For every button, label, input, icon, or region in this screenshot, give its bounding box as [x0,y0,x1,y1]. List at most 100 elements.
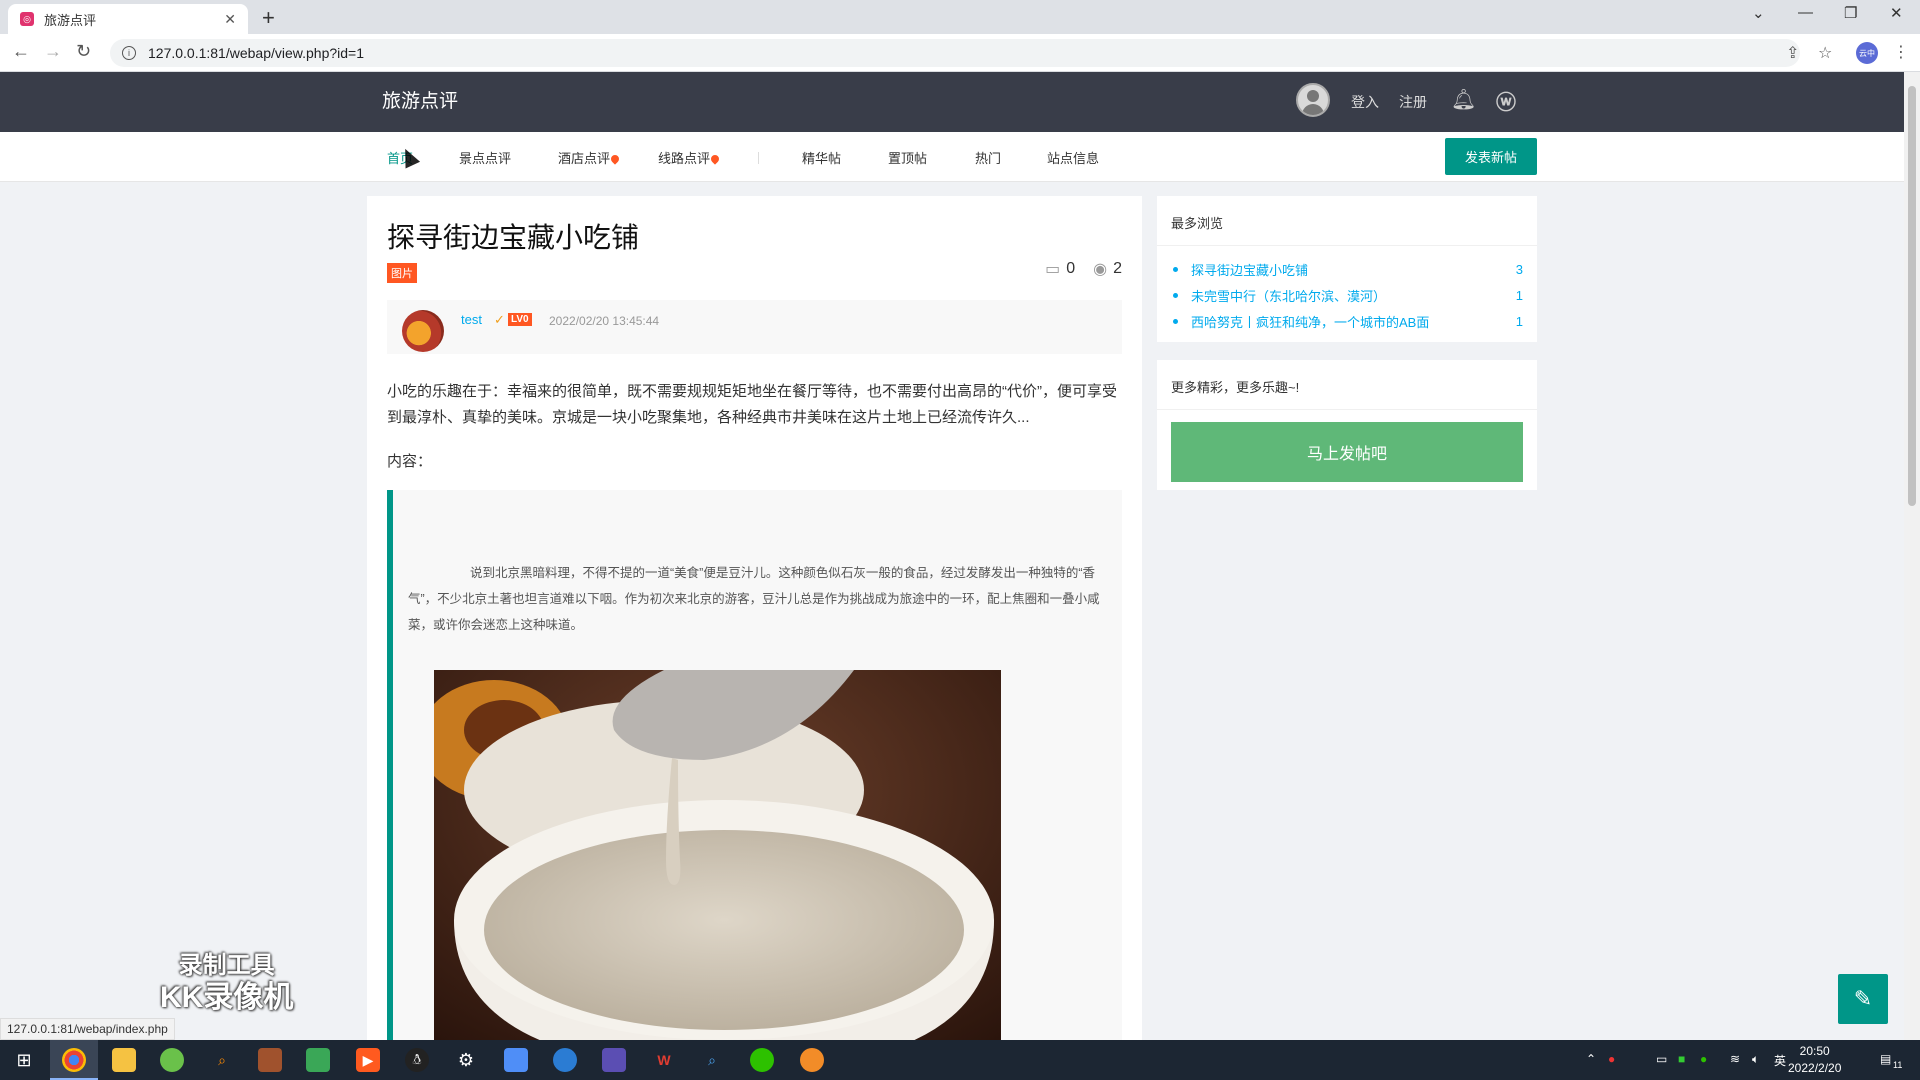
tab-search-icon[interactable]: ⌄ [1752,4,1765,22]
nav-site-info[interactable]: 站点信息 [1047,148,1099,167]
settings-icon[interactable]: ⚙ [454,1048,478,1072]
site-info-icon[interactable]: i [122,46,136,60]
bookmark-star-icon[interactable]: ☆ [1818,43,1832,63]
ime-indicator[interactable]: 英 [1774,1052,1786,1069]
most-viewed-link[interactable]: 西哈努克丨疯狂和纯净，一个城市的AB面 [1191,312,1516,331]
list-item[interactable]: 探寻街边宝藏小吃铺 3 [1171,256,1523,282]
visual-studio-icon[interactable] [602,1048,626,1072]
nav-route-label: 线路点评 [658,151,711,166]
close-window-icon[interactable]: ✕ [1890,4,1903,22]
url-text: 127.0.0.1:81/webap/view.php?id=1 [148,45,365,61]
author-info: test ✓ LV0 2022/02/20 13:45:44 [387,300,1122,354]
minimize-icon[interactable]: — [1798,4,1813,21]
post-content-text: 说到北京黑暗料理，不得不提的一道“美食”便是豆汁儿。这种颜色似石灰一般的食品，经… [408,566,1100,632]
verified-icon: ✓ [494,312,505,327]
eye-icon: ◉ [1093,261,1108,278]
volume-icon[interactable]: 🔈︎ [1752,1052,1759,1067]
notepad-icon[interactable] [306,1048,330,1072]
browser-tab[interactable]: ◎ 旅游点评 ✕ [8,4,248,34]
register-link[interactable]: 注册 [1399,92,1427,112]
notification-center-icon[interactable]: ▤ [1880,1052,1891,1066]
site-favicon-icon: ◎ [20,12,34,26]
profile-avatar[interactable]: 云中 [1856,42,1878,64]
most-viewed-panel: 最多浏览 探寻街边宝藏小吃铺 3 未完雪中行（东北哈尔滨、漠河） 1 西哈努克丨疯狂… [1157,196,1537,342]
video-app-icon[interactable]: ▶ [356,1048,380,1072]
qq-login-icon[interactable]: 🔔︎ [1451,87,1476,112]
comment-icon: ▭ [1045,261,1061,278]
wechat-tray-icon[interactable]: ● [1700,1052,1707,1066]
new-post-button[interactable]: 发表新帖 [1445,138,1537,175]
search-app-icon[interactable]: ⌕ [210,1048,234,1072]
chrome-icon[interactable] [62,1048,86,1072]
forward-icon[interactable]: → [44,41,62,62]
most-viewed-list: 探寻街边宝藏小吃铺 3 未完雪中行（东北哈尔滨、漠河） 1 西哈努克丨疯狂和纯净，一… [1157,246,1537,340]
scrollbar-thumb[interactable] [1908,86,1916,506]
most-viewed-count: 3 [1515,261,1523,277]
post-now-button[interactable]: 马上发帖吧 [1171,422,1523,482]
nav-featured[interactable]: 精华帖 [802,148,841,167]
most-viewed-count: 1 [1515,313,1523,329]
wps-icon[interactable]: W [652,1048,676,1072]
post-date: 2022/02/20 13:45:44 [549,314,660,328]
watermark-line2: KK录像机 [160,981,294,1014]
author-avatar[interactable] [402,310,444,352]
nav-scenic-reviews[interactable]: 景点点评 [459,148,511,167]
tray-app-icon[interactable]: ■ [1678,1052,1685,1066]
post-stats: ▭ 0 ◉ 2 [1027,259,1122,279]
user-avatar-icon[interactable] [1296,83,1330,117]
browser-menu-icon[interactable]: ⋮ [1893,42,1909,62]
login-link[interactable]: 登入 [1351,92,1379,112]
close-tab-icon[interactable]: ✕ [224,11,236,28]
post-tag-badge: 图片 [387,263,417,283]
windows-taskbar: ⊞ ⌕ ▶ 🐧︎ ⚙ W ⌕ ⌃ ● ▭ ■ ● ≋ 🔈︎ 英 20:50 20… [0,1040,1920,1080]
windows-start-icon[interactable]: ⊞ [12,1048,36,1072]
most-viewed-link[interactable]: 探寻街边宝藏小吃铺 [1191,260,1516,279]
nav-pinned[interactable]: 置顶帖 [888,148,927,167]
browser-app-icon[interactable] [553,1048,577,1072]
author-name[interactable]: test [461,312,482,327]
post-title: 探寻街边宝藏小吃铺 [387,222,640,253]
browser-toolbar: ← → ↻ i 127.0.0.1:81/webap/view.php?id=1… [0,34,1920,72]
recorder-watermark: 录制工具 KK录像机 [160,950,293,1014]
reload-icon[interactable]: ↻ [76,41,91,62]
edit-pencil-button[interactable]: ✎ [1838,974,1888,1024]
list-item[interactable]: 西哈努克丨疯狂和纯净，一个城市的AB面 1 [1171,308,1523,334]
wifi-icon[interactable]: ≋ [1730,1052,1740,1066]
site-logo[interactable]: 旅游点评 [382,86,458,113]
bullet [1173,292,1178,298]
wechat-icon[interactable] [750,1048,774,1072]
address-bar[interactable]: i 127.0.0.1:81/webap/view.php?id=1 [110,39,1800,67]
browser-tabbar: ◎ 旅游点评 ✕ + ⌄ — ❐ ✕ [0,0,1920,34]
app-green-icon[interactable] [160,1048,184,1072]
file-explorer-icon[interactable] [112,1048,136,1072]
page-scrollbar[interactable] [1904,72,1920,1040]
clock-date: 2022/2/20 [1788,1061,1842,1075]
network-tray-icon[interactable]: ▭ [1656,1052,1667,1066]
status-bar-url: 127.0.0.1:81/webap/index.php [0,1018,175,1040]
restore-icon[interactable]: ❐ [1844,4,1857,22]
back-icon[interactable]: ← [12,41,30,62]
most-viewed-link[interactable]: 未完雪中行（东北哈尔滨、漠河） [1191,286,1516,305]
bullet [1173,266,1178,272]
qq-icon[interactable]: 🐧︎ [405,1048,429,1072]
taskbar-clock[interactable]: 20:50 2022/2/20 [1788,1043,1841,1077]
nav-route-reviews[interactable]: 线路点评 [658,148,721,167]
weibo-login-icon[interactable]: ⓦ [1496,86,1516,115]
list-item[interactable]: 未完雪中行（东北哈尔滨、漠河） 1 [1171,282,1523,308]
nav-hot[interactable]: 热门 [975,148,1001,167]
recorder-app-icon[interactable] [800,1048,824,1072]
new-tab-icon[interactable]: + [262,5,275,31]
page-viewport: 旅游点评 登入 注册 🔔︎ ⓦ 首页 景点点评 酒店点评 线路点评 精华帖 置顶… [0,72,1904,1040]
nav-hotel-reviews[interactable]: 酒店点评 [558,148,621,167]
notification-count: 11 [1893,1060,1903,1070]
app-icon[interactable] [258,1048,282,1072]
magnifier-icon[interactable]: ⌕ [700,1048,724,1072]
tray-chevron-icon[interactable]: ⌃ [1586,1052,1596,1066]
comment-count: 0 [1066,260,1076,277]
post-content-block: 说到北京黑暗料理，不得不提的一道“美食”便是豆汁儿。这种颜色似石灰一般的食品，经… [387,490,1122,1040]
app-blue-icon[interactable] [504,1048,528,1072]
share-icon[interactable]: ⇪ [1786,43,1799,63]
antivirus-icon[interactable]: ● [1608,1052,1615,1066]
nav-hotel-label: 酒店点评 [558,151,611,166]
post-summary: 小吃的乐趣在于：幸福来的很简单，既不需要规规矩矩地坐在餐厅等待，也不需要付出高昂… [387,383,1117,426]
